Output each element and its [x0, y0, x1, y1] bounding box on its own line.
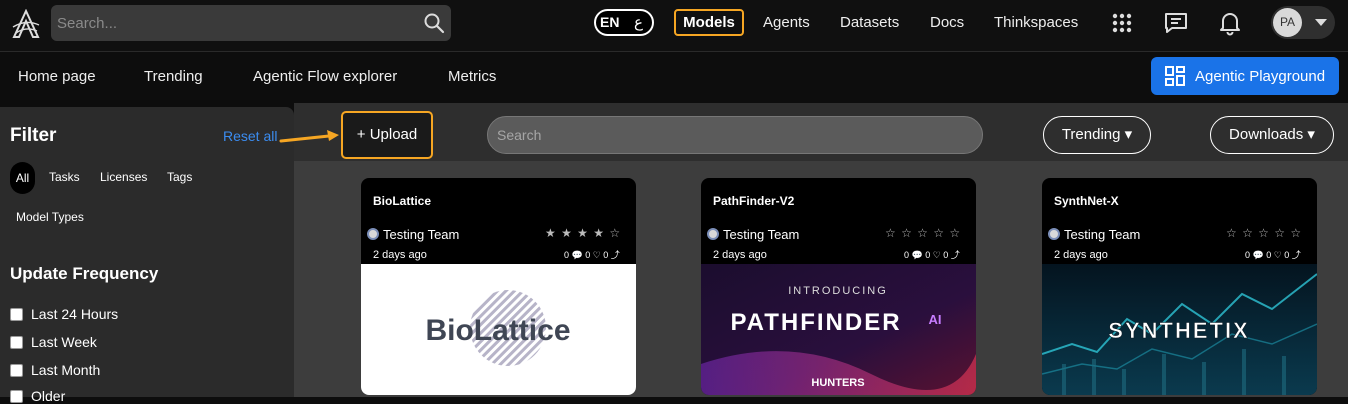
avatar[interactable]: PA — [1273, 8, 1302, 37]
model-card-image-text: BioLattice — [425, 314, 570, 347]
model-card-image-ai: AI — [929, 312, 942, 327]
model-card-image-footer: HUNTERS — [811, 377, 864, 389]
model-card-image: SYNTHETIX — [1042, 264, 1317, 395]
model-card-date: 2 days ago — [373, 249, 427, 261]
org-avatar-icon — [707, 228, 719, 240]
model-card-image: INTRODUCING PATHFINDER AI HUNTERS — [701, 264, 976, 395]
model-card-stats: 0 💬 0 ♡ 0 ⤴ — [1245, 250, 1301, 260]
org-avatar-icon — [1048, 228, 1060, 240]
agentic-playground-button[interactable]: Agentic Playground — [1151, 57, 1339, 95]
nav-docs[interactable]: Docs — [930, 14, 964, 31]
nav-agents[interactable]: Agents — [763, 14, 810, 31]
subnav-trending[interactable]: Trending — [144, 68, 203, 85]
agentic-playground-label: Agentic Playground — [1195, 68, 1326, 85]
secondary-navbar: Home page Trending Agentic Flow explorer… — [0, 53, 1348, 103]
models-toolbar: + Upload Trending ▾ Downloads ▾ — [294, 103, 1348, 161]
checkbox[interactable] — [10, 336, 23, 349]
models-search-input[interactable] — [488, 117, 982, 153]
checkbox-label: Older — [31, 388, 66, 404]
subnav-home[interactable]: Home page — [18, 68, 96, 85]
filter-tab-model-types[interactable]: Model Types — [16, 210, 84, 224]
star-rating[interactable]: ☆ ☆ ☆ ☆ ☆ — [1226, 226, 1302, 240]
global-search-input[interactable] — [51, 5, 411, 41]
star-rating[interactable]: ☆ ☆ ☆ ☆ ☆ — [885, 226, 961, 240]
checkbox-label: Last Week — [31, 334, 97, 350]
star-rating[interactable]: ★ ★ ★ ★ ☆ — [545, 226, 621, 240]
app-logo-icon[interactable] — [10, 9, 42, 41]
filter-tab-all[interactable]: All — [10, 162, 35, 194]
model-card-stats: 0 💬 0 ♡ 0 ⤴ — [904, 250, 960, 260]
model-card-org[interactable]: Testing Team — [723, 227, 799, 242]
checkbox-label: Last 24 Hours — [31, 306, 119, 322]
model-card-title[interactable]: SynthNet-X — [1054, 194, 1119, 208]
filter-title: Filter — [10, 125, 57, 146]
model-card-biolattice[interactable]: BioLattice Testing Team ★ ★ ★ ★ ☆ 2 days… — [361, 178, 636, 395]
model-card-synthnet[interactable]: SynthNet-X Testing Team ☆ ☆ ☆ ☆ ☆ 2 days… — [1042, 178, 1317, 395]
nav-models[interactable]: Models — [674, 9, 744, 36]
search-icon[interactable] — [423, 12, 445, 34]
subnav-agentic-flow-explorer[interactable]: Agentic Flow explorer — [253, 68, 397, 85]
models-search[interactable] — [487, 116, 983, 154]
apps-grid-icon[interactable] — [1109, 10, 1135, 36]
trending-sort-button[interactable]: Trending ▾ — [1043, 116, 1151, 154]
checkbox[interactable] — [10, 308, 23, 321]
model-card-image: BioLattice — [361, 264, 636, 395]
model-card-image-text: SYNTHETIX — [1108, 318, 1249, 343]
filter-tab-licenses[interactable]: Licenses — [100, 170, 147, 184]
chat-icon[interactable] — [1163, 10, 1189, 36]
nav-thinkspaces[interactable]: Thinkspaces — [994, 14, 1078, 31]
org-avatar-icon — [367, 228, 379, 240]
model-card-image-kicker: INTRODUCING — [788, 285, 888, 297]
annotation-arrow-icon — [279, 130, 339, 143]
model-card-title[interactable]: PathFinder-V2 — [713, 194, 794, 208]
bell-icon[interactable] — [1217, 10, 1243, 36]
model-card-date: 2 days ago — [713, 249, 767, 261]
global-search[interactable] — [51, 5, 451, 41]
lang-en-option[interactable]: EN — [600, 14, 619, 30]
user-menu[interactable]: PA — [1271, 6, 1335, 39]
model-card-stats: 0 💬 0 ♡ 0 ⤴ — [564, 250, 620, 260]
model-card-org[interactable]: Testing Team — [1064, 227, 1140, 242]
model-card-org[interactable]: Testing Team — [383, 227, 459, 242]
filter-sidebar: Filter Reset all All Tasks Licenses Tags… — [0, 107, 294, 404]
update-frequency-title: Update Frequency — [10, 264, 159, 283]
model-card-date: 2 days ago — [1054, 249, 1108, 261]
top-navbar: EN ع Models Agents Datasets Docs Thinksp… — [0, 0, 1348, 52]
model-card-image-text: PATHFINDER — [730, 309, 901, 336]
dashboard-icon — [1165, 66, 1185, 86]
upload-button[interactable]: + Upload — [341, 111, 433, 159]
reset-all-link[interactable]: Reset all — [223, 128, 277, 144]
model-card-pathfinder[interactable]: PathFinder-V2 Testing Team ☆ ☆ ☆ ☆ ☆ 2 d… — [701, 178, 976, 395]
filter-tab-tags[interactable]: Tags — [167, 170, 192, 184]
downloads-sort-button[interactable]: Downloads ▾ — [1210, 116, 1334, 154]
subnav-metrics[interactable]: Metrics — [448, 68, 496, 85]
filter-tab-tasks[interactable]: Tasks — [49, 170, 80, 184]
checkbox[interactable] — [10, 364, 23, 377]
lang-ar-option[interactable]: ع — [634, 13, 643, 31]
model-card-title[interactable]: BioLattice — [373, 194, 431, 208]
nav-datasets[interactable]: Datasets — [840, 14, 899, 31]
language-toggle[interactable]: EN ع — [594, 9, 654, 36]
checkbox-label: Last Month — [31, 362, 101, 378]
chevron-down-icon[interactable] — [1315, 19, 1327, 26]
